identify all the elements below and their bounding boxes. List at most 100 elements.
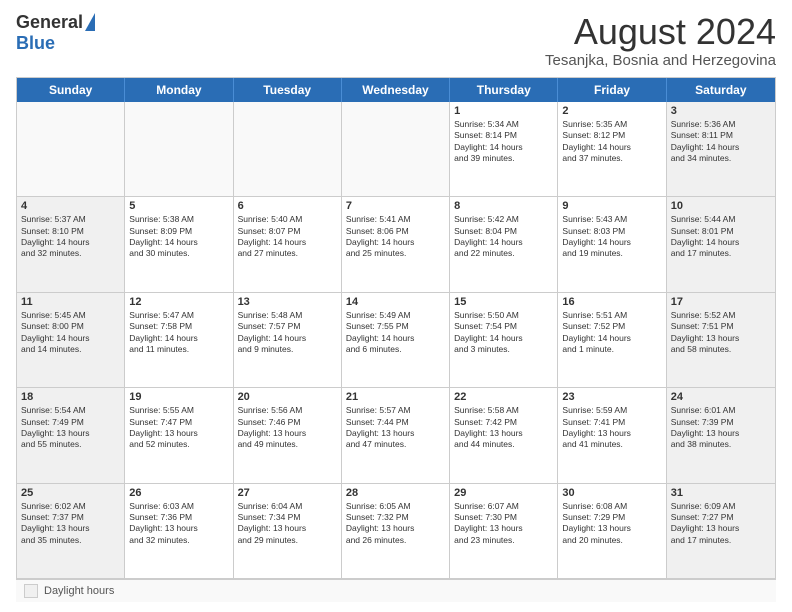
main-title: August 2024 (545, 12, 776, 52)
cal-cell: 16 Sunrise: 5:51 AM Sunset: 7:52 PM Dayli… (558, 293, 666, 387)
day-number: 2 (562, 105, 661, 117)
cal-cell: 29 Sunrise: 6:07 AM Sunset: 7:30 PM Dayli… (450, 484, 558, 578)
day-number: 28 (346, 487, 445, 499)
day-number: 9 (562, 200, 661, 212)
cell-info: Sunrise: 5:57 AM Sunset: 7:44 PM Dayligh… (346, 405, 445, 451)
day-number: 25 (21, 487, 120, 499)
cal-cell: 18 Sunrise: 5:54 AM Sunset: 7:49 PM Dayli… (17, 388, 125, 482)
logo: General Blue (16, 12, 95, 54)
cell-info: Sunrise: 6:07 AM Sunset: 7:30 PM Dayligh… (454, 501, 553, 547)
cell-info: Sunrise: 5:34 AM Sunset: 8:14 PM Dayligh… (454, 119, 553, 165)
day-number: 7 (346, 200, 445, 212)
logo-blue-text: Blue (16, 33, 55, 54)
cal-week-2: 4 Sunrise: 5:37 AM Sunset: 8:10 PM Daylig… (17, 197, 775, 292)
day-number: 8 (454, 200, 553, 212)
cell-info: Sunrise: 5:58 AM Sunset: 7:42 PM Dayligh… (454, 405, 553, 451)
cell-info: Sunrise: 5:35 AM Sunset: 8:12 PM Dayligh… (562, 119, 661, 165)
day-number: 18 (21, 391, 120, 403)
day-number: 22 (454, 391, 553, 403)
day-number: 3 (671, 105, 771, 117)
cell-info: Sunrise: 5:59 AM Sunset: 7:41 PM Dayligh… (562, 405, 661, 451)
day-number: 29 (454, 487, 553, 499)
cal-cell (342, 102, 450, 196)
cal-cell: 5Sunrise: 5:38 AM Sunset: 8:09 PM Daylig… (125, 197, 233, 291)
logo-triangle-icon (85, 13, 95, 31)
cal-cell (17, 102, 125, 196)
cell-info: Sunrise: 5:43 AM Sunset: 8:03 PM Dayligh… (562, 214, 661, 260)
cal-cell: 31 Sunrise: 6:09 AM Sunset: 7:27 PM Dayli… (667, 484, 775, 578)
day-number: 17 (671, 296, 771, 308)
legend: Daylight hours (16, 579, 776, 602)
cal-cell: 22 Sunrise: 5:58 AM Sunset: 7:42 PM Dayli… (450, 388, 558, 482)
cal-cell: 15 Sunrise: 5:50 AM Sunset: 7:54 PM Dayli… (450, 293, 558, 387)
cell-info: Sunrise: 5:55 AM Sunset: 7:47 PM Dayligh… (129, 405, 228, 451)
cal-cell: 9 Sunrise: 5:43 AM Sunset: 8:03 PM Daylig… (558, 197, 666, 291)
day-number: 27 (238, 487, 337, 499)
day-number: 4 (21, 200, 120, 212)
cal-cell: 28Sunrise: 6:05 AM Sunset: 7:32 PM Dayli… (342, 484, 450, 578)
calendar: SundayMondayTuesdayWednesdayThursdayFrid… (16, 77, 776, 579)
cal-week-5: 25 Sunrise: 6:02 AM Sunset: 7:37 PM Dayli… (17, 484, 775, 578)
cal-cell: 27 Sunrise: 6:04 AM Sunset: 7:34 PM Dayli… (234, 484, 342, 578)
cal-cell: 26 Sunrise: 6:03 AM Sunset: 7:36 PM Dayli… (125, 484, 233, 578)
cal-cell: 10Sunrise: 5:44 AM Sunset: 8:01 PM Dayli… (667, 197, 775, 291)
cal-cell: 1 Sunrise: 5:34 AM Sunset: 8:14 PM Daylig… (450, 102, 558, 196)
cell-info: Sunrise: 5:37 AM Sunset: 8:10 PM Dayligh… (21, 214, 120, 260)
day-number: 1 (454, 105, 553, 117)
cell-info: Sunrise: 6:03 AM Sunset: 7:36 PM Dayligh… (129, 501, 228, 547)
day-number: 30 (562, 487, 661, 499)
cell-info: Sunrise: 5:54 AM Sunset: 7:49 PM Dayligh… (21, 405, 120, 451)
cal-cell: 4 Sunrise: 5:37 AM Sunset: 8:10 PM Daylig… (17, 197, 125, 291)
day-number: 12 (129, 296, 228, 308)
cal-cell: 25 Sunrise: 6:02 AM Sunset: 7:37 PM Dayli… (17, 484, 125, 578)
day-number: 20 (238, 391, 337, 403)
cell-info: Sunrise: 5:47 AM Sunset: 7:58 PM Dayligh… (129, 310, 228, 356)
cal-header-tuesday: Tuesday (234, 78, 342, 102)
cal-cell: 14 Sunrise: 5:49 AM Sunset: 7:55 PM Dayli… (342, 293, 450, 387)
cal-cell: 6Sunrise: 5:40 AM Sunset: 8:07 PM Daylig… (234, 197, 342, 291)
day-number: 15 (454, 296, 553, 308)
cell-info: Sunrise: 6:08 AM Sunset: 7:29 PM Dayligh… (562, 501, 661, 547)
cal-cell: 8 Sunrise: 5:42 AM Sunset: 8:04 PM Daylig… (450, 197, 558, 291)
cal-cell: 24Sunrise: 6:01 AM Sunset: 7:39 PM Dayli… (667, 388, 775, 482)
cell-info: Sunrise: 5:51 AM Sunset: 7:52 PM Dayligh… (562, 310, 661, 356)
cell-info: Sunrise: 5:36 AM Sunset: 8:11 PM Dayligh… (671, 119, 771, 165)
cal-cell (125, 102, 233, 196)
cal-header-wednesday: Wednesday (342, 78, 450, 102)
cal-cell: 19 Sunrise: 5:55 AM Sunset: 7:47 PM Dayli… (125, 388, 233, 482)
cal-cell: 12 Sunrise: 5:47 AM Sunset: 7:58 PM Dayli… (125, 293, 233, 387)
day-number: 19 (129, 391, 228, 403)
legend-label: Daylight hours (44, 585, 114, 597)
cal-header-monday: Monday (125, 78, 233, 102)
cell-info: Sunrise: 6:02 AM Sunset: 7:37 PM Dayligh… (21, 501, 120, 547)
cell-info: Sunrise: 5:49 AM Sunset: 7:55 PM Dayligh… (346, 310, 445, 356)
cell-info: Sunrise: 6:04 AM Sunset: 7:34 PM Dayligh… (238, 501, 337, 547)
header: General Blue August 2024 Tesanjka, Bosni… (16, 12, 776, 69)
cal-header-friday: Friday (558, 78, 666, 102)
day-number: 26 (129, 487, 228, 499)
cell-info: Sunrise: 5:42 AM Sunset: 8:04 PM Dayligh… (454, 214, 553, 260)
cal-cell: 2 Sunrise: 5:35 AM Sunset: 8:12 PM Daylig… (558, 102, 666, 196)
day-number: 31 (671, 487, 771, 499)
day-number: 14 (346, 296, 445, 308)
day-number: 16 (562, 296, 661, 308)
logo-general-text: General (16, 12, 83, 33)
cal-cell: 17Sunrise: 5:52 AM Sunset: 7:51 PM Dayli… (667, 293, 775, 387)
cell-info: Sunrise: 5:48 AM Sunset: 7:57 PM Dayligh… (238, 310, 337, 356)
cal-cell: 3 Sunrise: 5:36 AM Sunset: 8:11 PM Daylig… (667, 102, 775, 196)
cal-cell: 21Sunrise: 5:57 AM Sunset: 7:44 PM Dayli… (342, 388, 450, 482)
cal-header-saturday: Saturday (667, 78, 775, 102)
cal-week-3: 11Sunrise: 5:45 AM Sunset: 8:00 PM Dayli… (17, 293, 775, 388)
cal-header-sunday: Sunday (17, 78, 125, 102)
title-block: August 2024 Tesanjka, Bosnia and Herzego… (545, 12, 776, 69)
cal-week-1: 1 Sunrise: 5:34 AM Sunset: 8:14 PM Daylig… (17, 102, 775, 197)
cell-info: Sunrise: 5:50 AM Sunset: 7:54 PM Dayligh… (454, 310, 553, 356)
day-number: 13 (238, 296, 337, 308)
page: General Blue August 2024 Tesanjka, Bosni… (0, 0, 792, 612)
cell-info: Sunrise: 5:41 AM Sunset: 8:06 PM Dayligh… (346, 214, 445, 260)
cell-info: Sunrise: 6:01 AM Sunset: 7:39 PM Dayligh… (671, 405, 771, 451)
cal-cell: 7 Sunrise: 5:41 AM Sunset: 8:06 PM Daylig… (342, 197, 450, 291)
day-number: 23 (562, 391, 661, 403)
cell-info: Sunrise: 5:44 AM Sunset: 8:01 PM Dayligh… (671, 214, 771, 260)
cell-info: Sunrise: 6:09 AM Sunset: 7:27 PM Dayligh… (671, 501, 771, 547)
